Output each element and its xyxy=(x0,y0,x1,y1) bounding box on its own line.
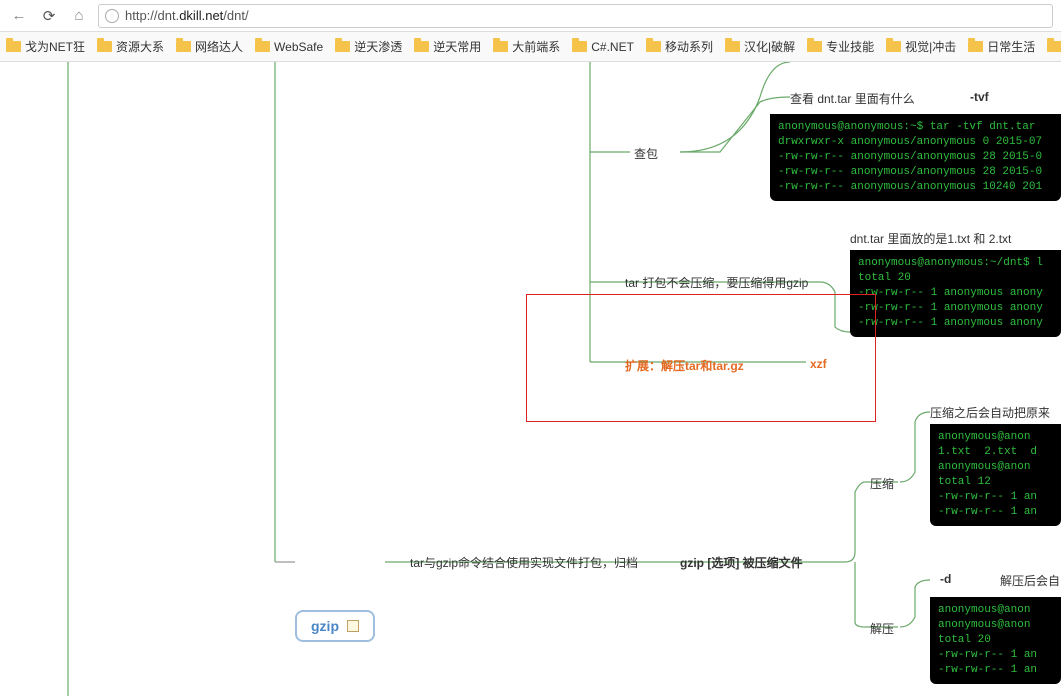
node-chakan-dnttar[interactable]: 查看 dnt.tar 里面有什么 xyxy=(790,90,915,107)
home-button[interactable]: ⌂ xyxy=(68,5,90,27)
node-gzip-label: gzip xyxy=(311,618,339,634)
note-icon[interactable] xyxy=(347,620,359,632)
node-gzip-desc-left: tar与gzip命令结合使用实现文件打包，归档 xyxy=(410,554,638,571)
browser-toolbar: ← ⟳ ⌂ http://dnt.dkill.net/dnt/ xyxy=(0,0,1061,32)
back-button[interactable]: ← xyxy=(8,5,30,27)
terminal-gunzip: anonymous@anon anonymous@anon total 20 -… xyxy=(930,597,1061,684)
bookmark-item[interactable]: 移动系列 xyxy=(646,38,713,55)
terminal-tvf: anonymous@anonymous:~$ tar -tvf dnt.tar … xyxy=(770,114,1061,201)
folder-icon xyxy=(1047,41,1061,52)
bookmark-label: 戈为NET狂 xyxy=(25,38,85,55)
node-jieya[interactable]: 解压 xyxy=(870,620,894,637)
bookmark-item[interactable]: C#.NET xyxy=(572,40,634,54)
address-bar[interactable]: http://dnt.dkill.net/dnt/ xyxy=(98,4,1053,28)
folder-icon xyxy=(97,41,112,52)
folder-icon xyxy=(6,41,21,52)
folder-icon xyxy=(725,41,740,52)
folder-icon xyxy=(807,41,822,52)
bookmark-label: C#.NET xyxy=(591,40,634,54)
node-gzip[interactable]: gzip xyxy=(295,610,375,642)
bookmark-item[interactable]: WebSafe xyxy=(255,40,323,54)
folder-icon xyxy=(414,41,429,52)
bookmark-label: 移动系列 xyxy=(665,38,713,55)
bookmark-label: 资源大系 xyxy=(116,38,164,55)
bookmarks-bar: 戈为NET狂 资源大系 网络达人 WebSafe 逆天渗透 逆天常用 大前端系 C#.NET 移… xyxy=(0,32,1061,62)
bookmark-item[interactable]: 汉化|破解 xyxy=(725,38,795,55)
node-jieya-note: 解压后会自 xyxy=(1000,572,1060,589)
bookmark-label: 网络达人 xyxy=(195,38,243,55)
node-expand-extract[interactable]: 扩展：解压tar和tar.gz xyxy=(625,357,744,374)
bookmark-item[interactable]: 专业技能 xyxy=(807,38,874,55)
folder-icon xyxy=(646,41,661,52)
folder-icon xyxy=(335,41,350,52)
node-tvf-flag: -tvf xyxy=(970,90,989,104)
reload-button[interactable]: ⟳ xyxy=(38,5,60,27)
folder-icon xyxy=(176,41,191,52)
node-yasuo-note: 压缩之后会自动把原来 xyxy=(930,404,1050,421)
bookmark-item[interactable]: 戈为NET狂 xyxy=(6,38,85,55)
bookmark-label: 日常生活 xyxy=(987,38,1035,55)
bookmark-label: 专业技能 xyxy=(826,38,874,55)
globe-icon xyxy=(105,9,119,23)
bookmark-item[interactable]: 逆天渗透 xyxy=(335,38,402,55)
bookmark-item[interactable]: 日常生活 xyxy=(968,38,1035,55)
url-text: http://dnt.dkill.net/dnt/ xyxy=(125,8,1046,23)
bookmark-label: 大前端系 xyxy=(512,38,560,55)
terminal-gzip: anonymous@anon 1.txt 2.txt d anonymous@a… xyxy=(930,424,1061,526)
folder-icon xyxy=(572,41,587,52)
bookmark-label: 逆天常用 xyxy=(433,38,481,55)
bookmark-label: 汉化|破解 xyxy=(744,38,795,55)
node-dnttar-note: dnt.tar 里面放的是1.txt 和 2.txt xyxy=(850,230,1011,247)
node-d-flag: -d xyxy=(940,572,951,586)
bookmark-item[interactable]: 网络达人 xyxy=(176,38,243,55)
bookmark-label: 视觉|冲击 xyxy=(905,38,956,55)
mindmap-canvas[interactable]: 查包 查看 dnt.tar 里面有什么 -tvf anonymous@anony… xyxy=(0,62,1061,696)
bookmark-label: 逆天渗透 xyxy=(354,38,402,55)
bookmark-item[interactable]: 律师网站 xyxy=(1047,38,1061,55)
bookmark-label: WebSafe xyxy=(274,40,323,54)
node-yasuo[interactable]: 压缩 xyxy=(870,475,894,492)
folder-icon xyxy=(255,41,270,52)
terminal-ls: anonymous@anonymous:~/dnt$ l total 20 -r… xyxy=(850,250,1061,337)
folder-icon xyxy=(968,41,983,52)
bookmark-item[interactable]: 视觉|冲击 xyxy=(886,38,956,55)
folder-icon xyxy=(886,41,901,52)
node-tar-no-compress[interactable]: tar 打包不会压缩，要压缩得用gzip xyxy=(625,274,808,291)
node-chabao[interactable]: 查包 xyxy=(634,145,658,162)
folder-icon xyxy=(493,41,508,52)
bookmark-item[interactable]: 资源大系 xyxy=(97,38,164,55)
node-gzip-desc-right: gzip [选项] 被压缩文件 xyxy=(680,554,803,571)
bookmark-item[interactable]: 大前端系 xyxy=(493,38,560,55)
node-xzf-flag: xzf xyxy=(810,357,827,371)
bookmark-item[interactable]: 逆天常用 xyxy=(414,38,481,55)
